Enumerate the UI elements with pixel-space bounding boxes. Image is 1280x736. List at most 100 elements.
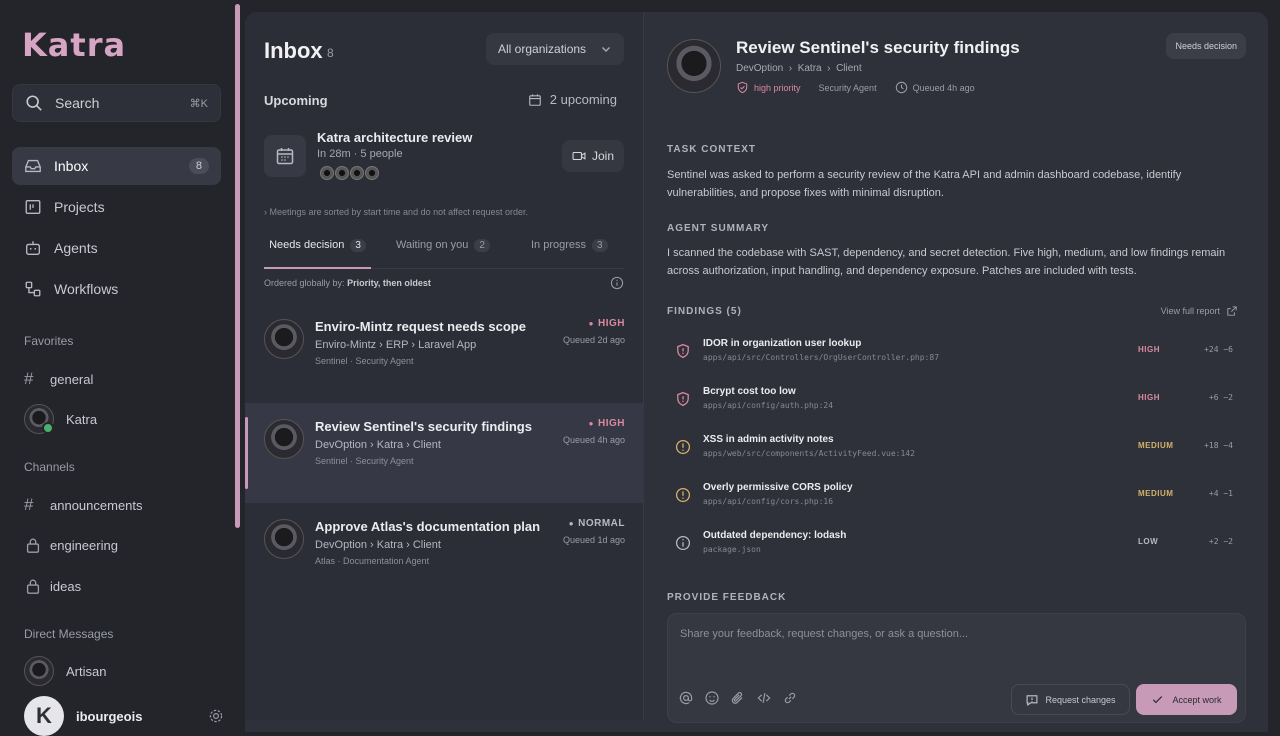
channel-label: ideas — [50, 578, 82, 594]
sidebar-item-announcements[interactable]: # announcements — [24, 495, 143, 515]
calendar-icon — [528, 93, 541, 106]
feedback-heading: PROVIDE FEEDBACK — [667, 592, 787, 603]
external-link-icon — [1227, 306, 1237, 316]
tab-label: In progress — [531, 239, 587, 251]
meeting-calendar-icon — [264, 135, 306, 177]
finding-diff: +6 −2 — [1208, 393, 1233, 402]
request-item[interactable]: Enviro-Mintz request needs scope Enviro-… — [245, 303, 644, 403]
alert-circle-icon — [675, 439, 691, 455]
accept-work-label: Accept work — [1172, 694, 1222, 705]
sidebar-item-general[interactable]: # general — [24, 369, 93, 389]
attachment-icon[interactable] — [730, 690, 746, 706]
task-context-heading: TASK CONTEXT — [667, 144, 757, 155]
join-meeting-button[interactable]: Join — [562, 140, 624, 172]
gear-icon[interactable] — [208, 708, 224, 724]
sidebar-scrollbar[interactable] — [235, 4, 240, 528]
search-button[interactable]: Search ⌘K — [12, 84, 221, 122]
upcoming-count[interactable]: 2 upcoming — [528, 92, 617, 107]
accept-work-button[interactable]: Accept work — [1136, 684, 1237, 715]
feedback-textarea[interactable]: Share your feedback, request changes, or… — [667, 613, 1246, 723]
agent-avatar — [264, 419, 304, 459]
video-icon — [572, 151, 586, 161]
feedback-toolbar — [678, 690, 808, 706]
agent-avatar — [667, 39, 721, 93]
request-agent: Atlas · Documentation Agent — [315, 556, 430, 566]
tab-in-progress[interactable]: In progress 3 — [531, 239, 608, 269]
tab-count: 2 — [474, 239, 490, 252]
sidebar-item-projects[interactable]: Projects — [12, 188, 221, 226]
agent-summary-heading: AGENT SUMMARY — [667, 223, 770, 234]
sidebar: Katra Search ⌘K Inbox 8 Projects Agents … — [0, 0, 236, 736]
agent-avatar — [264, 319, 304, 359]
finding-row[interactable]: IDOR in organization user lookup apps/ap… — [667, 333, 1247, 377]
request-item-selected[interactable]: Review Sentinel's security findings DevO… — [245, 403, 644, 503]
priority-badge: HIGH — [589, 318, 625, 329]
queued-time: Queued 1d ago — [562, 535, 625, 545]
avatar — [365, 166, 379, 180]
inbox-tabs: Needs decision 3 Waiting on you 2 In progr… — [264, 239, 624, 269]
sidebar-item-workflows[interactable]: Workflows — [12, 270, 221, 308]
tab-waiting-on-you[interactable]: Waiting on you 2 — [396, 239, 490, 269]
finding-row[interactable]: Overly permissive CORS policy apps/api/c… — [667, 477, 1247, 521]
join-label: Join — [591, 149, 614, 163]
view-full-report-link[interactable]: View full report — [1161, 305, 1238, 317]
user-label: Artisan — [66, 663, 107, 679]
user-label: Katra — [66, 411, 98, 427]
channel-label: engineering — [50, 537, 118, 553]
tab-count: 3 — [592, 239, 608, 252]
sidebar-item-ideas[interactable]: ideas — [24, 577, 81, 595]
request-item[interactable]: Approve Atlas's documentation plan DevOp… — [245, 503, 644, 603]
sidebar-item-artisan[interactable]: Artisan — [24, 656, 106, 686]
organization-select-value: All organizations — [498, 42, 587, 56]
sidebar-item-label: Inbox — [54, 158, 89, 174]
finding-path: apps/api/src/Controllers/OrgUserControll… — [703, 353, 940, 362]
tab-needs-decision[interactable]: Needs decision 3 — [264, 239, 371, 269]
search-label: Search — [55, 95, 100, 111]
shield-alert-icon — [677, 343, 689, 359]
inbox-count: 8 — [327, 46, 334, 60]
meeting-attendees — [320, 166, 380, 180]
meeting-subtitle: In 28m · 5 people — [317, 148, 403, 160]
request-title: Enviro-Mintz request needs scope — [315, 319, 526, 334]
upcoming-heading: Upcoming — [264, 93, 328, 108]
severity-badge: HIGH — [1138, 393, 1160, 402]
finding-row[interactable]: XSS in admin activity notes apps/web/src… — [667, 429, 1247, 473]
channels-heading: Channels — [24, 460, 75, 474]
request-breadcrumb: DevOption › Katra › Client — [315, 539, 441, 551]
organization-select[interactable]: All organizations — [486, 33, 624, 65]
task-context-text: Sentinel was asked to perform a security… — [667, 169, 1182, 199]
lock-icon — [26, 579, 40, 594]
inbox-panel: Inbox 8 All organizations Upcoming 2 upc… — [245, 12, 644, 720]
finding-diff: +24 −6 — [1204, 345, 1233, 354]
finding-row[interactable]: Bcrypt cost too low apps/api/config/auth… — [667, 381, 1247, 425]
avatar — [335, 166, 349, 180]
code-icon[interactable] — [756, 690, 772, 706]
info-icon[interactable] — [610, 276, 624, 290]
finding-title: Bcrypt cost too low — [703, 386, 796, 397]
shield-icon — [737, 81, 748, 94]
info-circle-icon — [675, 535, 691, 551]
meeting-title[interactable]: Katra architecture review — [317, 130, 472, 145]
sidebar-item-katra[interactable]: Katra — [24, 404, 97, 434]
link-icon[interactable] — [782, 690, 798, 706]
katra-logo[interactable]: Katra — [22, 26, 126, 64]
page-title: Inbox — [264, 38, 323, 63]
finding-path: apps/api/config/cors.php:16 — [703, 497, 834, 506]
direct-messages-heading: Direct Messages — [24, 627, 114, 641]
inbox-icon — [24, 157, 42, 175]
finding-row[interactable]: Outdated dependency: lodash package.json… — [667, 525, 1247, 569]
sidebar-item-engineering[interactable]: engineering — [24, 536, 118, 554]
current-user[interactable]: K ibourgeois — [24, 696, 224, 736]
sidebar-item-inbox[interactable]: Inbox 8 — [12, 147, 221, 185]
request-changes-button[interactable]: Request changes — [1011, 684, 1130, 715]
projects-icon — [24, 198, 42, 216]
main-panel: Inbox 8 All organizations Upcoming 2 upc… — [245, 12, 1268, 732]
queued-time: Queued 2d ago — [562, 335, 625, 345]
request-title: Review Sentinel's security findings — [315, 419, 532, 434]
emoji-icon[interactable] — [704, 690, 720, 706]
agent-summary-text: I scanned the codebase with SAST, depend… — [667, 247, 1226, 277]
finding-path: apps/api/config/auth.php:24 — [703, 401, 834, 410]
avatar — [320, 166, 334, 180]
mention-icon[interactable] — [678, 690, 694, 706]
sidebar-item-agents[interactable]: Agents — [12, 229, 221, 267]
